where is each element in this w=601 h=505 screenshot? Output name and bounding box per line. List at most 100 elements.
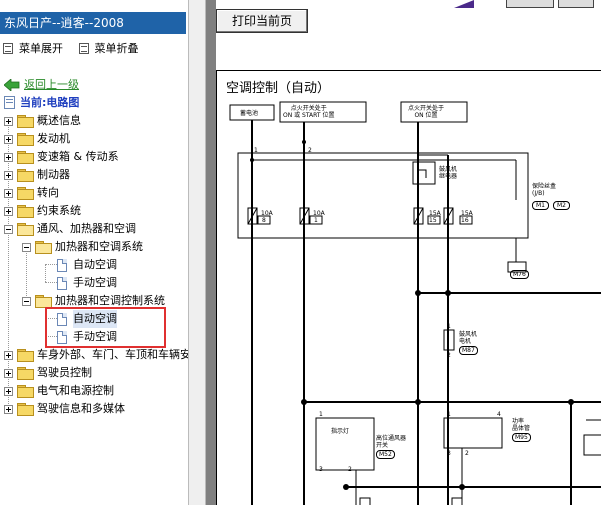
folder-icon <box>17 205 34 218</box>
menu-icon <box>3 42 13 54</box>
expand-icon[interactable] <box>4 404 13 414</box>
collapse-menu-button[interactable]: 菜单折叠 <box>78 40 139 56</box>
document-icon <box>57 258 67 272</box>
label-battery: 蓄电池 <box>240 110 259 117</box>
collapse-menu-label: 菜单折叠 <box>94 42 139 55</box>
tree-item-steering[interactable]: 转向 <box>4 184 59 202</box>
collapse-icon[interactable] <box>4 224 13 234</box>
expand-icon[interactable] <box>4 152 13 162</box>
collapse-icon[interactable] <box>22 242 31 252</box>
tree-item-label: 加热器和空调系统 <box>55 240 143 253</box>
folder-open-icon <box>35 295 52 308</box>
folder-icon <box>17 151 34 164</box>
diagram-labels: 蓄电池 点火开关处于 ON 或 START 位置 点火开关处于 ON 位置 1 … <box>216 0 570 473</box>
label-m76: M76 <box>510 270 529 279</box>
label-fuse-15a-2-num: 16 <box>461 217 469 224</box>
folder-icon <box>17 115 34 128</box>
label-blower-relay: 鼓风机 继电器 <box>439 166 458 180</box>
label-pin-2a: 2 <box>348 466 352 473</box>
label-fuse-10a-1-num: 8 <box>262 217 266 224</box>
expand-icon[interactable] <box>4 134 13 144</box>
tree-item-brakes[interactable]: 制动器 <box>4 166 70 184</box>
label-pin-2b: 2 <box>465 450 469 457</box>
label-m2: M2 <box>553 201 570 210</box>
label-wire-1: 1 <box>254 147 258 154</box>
tree-item-manual-ac[interactable]: 手动空调 <box>57 274 117 292</box>
frame-separator <box>206 0 216 505</box>
nav-pane: 东风日产--逍客--2008 菜单展开 菜单折叠 返回上一级 当前:电路图 概述… <box>0 0 188 505</box>
label-pin-3a: 3 <box>319 466 323 473</box>
tree-item-transmission[interactable]: 变速箱 & 传动系 <box>4 148 119 166</box>
label-m1: M1 <box>532 201 549 210</box>
label-indicator: 指示灯 <box>331 428 350 435</box>
tree-item-body[interactable]: 车身外部、车门、车顶和车辆安 <box>4 346 188 364</box>
menu-actions: 菜单展开 菜单折叠 <box>3 40 151 56</box>
expand-menu-button[interactable]: 菜单展开 <box>3 40 63 56</box>
folder-open-icon <box>35 241 52 254</box>
label-hi-blower-sw: 高位通风器 开关 <box>376 435 407 449</box>
tree-item-engine[interactable]: 发动机 <box>4 130 70 148</box>
expand-icon[interactable] <box>4 386 13 396</box>
expand-icon[interactable] <box>4 368 13 378</box>
current-location-label: 当前:电路图 <box>20 96 80 109</box>
folder-icon <box>17 349 34 362</box>
collapse-icon[interactable] <box>22 296 31 306</box>
folder-open-icon <box>17 223 34 236</box>
label-pin-1a: 1 <box>319 411 323 418</box>
expand-icon[interactable] <box>4 350 13 360</box>
tree-item-restraints[interactable]: 约束系统 <box>4 202 81 220</box>
label-fuse-box: 保险丝盒 (J/B) <box>532 183 557 197</box>
expand-icon[interactable] <box>4 116 13 126</box>
back-link-label: 返回上一级 <box>24 78 79 91</box>
tree-item-label: 手动空调 <box>73 276 117 289</box>
pane-splitter[interactable] <box>188 0 206 505</box>
folder-icon <box>17 169 34 182</box>
tree-item-label: 制动器 <box>37 168 70 181</box>
wiring-diagram <box>229 101 601 505</box>
label-wire-2: 2 <box>308 147 312 154</box>
nav-title: 东风日产--逍客--2008 <box>0 12 186 34</box>
tree-item-auto-ac[interactable]: 自动空调 <box>57 256 117 274</box>
label-pin-1c: 1 <box>447 323 451 330</box>
label-blower-motor: 鼓风机 电机 <box>459 331 478 345</box>
label-pin-1b: 1 <box>447 411 451 418</box>
tree-item-hvac[interactable]: 通风、加热器和空调 <box>4 220 136 238</box>
label-ign-on: 点火开关处于 ON 位置 <box>408 105 445 119</box>
tree-item-driver-info[interactable]: 驾驶信息和多媒体 <box>4 400 125 418</box>
label-m95: M95 <box>512 433 531 442</box>
label-fuse-15a-2: 15A <box>461 210 473 217</box>
tree-item-label: 变速箱 & 传动系 <box>37 150 119 163</box>
tree-item-overview[interactable]: 概述信息 <box>4 112 81 130</box>
tree-item-label: 车身外部、车门、车顶和车辆安 <box>37 348 188 361</box>
folder-icon <box>17 385 34 398</box>
back-link[interactable]: 返回上一级 <box>4 76 79 94</box>
expand-menu-label: 菜单展开 <box>19 42 63 55</box>
tree-item-driver-controls[interactable]: 驾驶员控制 <box>4 364 92 382</box>
expand-icon[interactable] <box>4 206 13 216</box>
folder-icon <box>17 187 34 200</box>
label-fuse-10a-2-num: 1 <box>314 217 318 224</box>
highlight-box <box>45 307 166 348</box>
label-m87: M87 <box>459 346 478 355</box>
tree-item-label: 通风、加热器和空调 <box>37 222 136 235</box>
folder-icon <box>17 367 34 380</box>
tree-item-hvac-system[interactable]: 加热器和空调系统 <box>22 238 143 256</box>
tree-item-label: 驾驶信息和多媒体 <box>37 402 125 415</box>
current-doc-icon <box>4 96 15 109</box>
document-icon <box>57 276 67 290</box>
tree-item-label: 约束系统 <box>37 204 81 217</box>
label-pin-2c: 2 <box>447 352 451 359</box>
current-location: 当前:电路图 <box>4 94 79 112</box>
expand-icon[interactable] <box>4 188 13 198</box>
tree-item-label: 概述信息 <box>37 114 81 127</box>
tree-item-label: 驾驶员控制 <box>37 366 92 379</box>
label-ign-on-start: 点火开关处于 ON 或 START 位置 <box>283 105 335 119</box>
label-pin-4b: 4 <box>497 411 501 418</box>
label-m52: M52 <box>376 450 395 459</box>
folder-icon <box>17 133 34 146</box>
label-fuse-15a-1-num: 15 <box>429 217 437 224</box>
tree-item-electrical[interactable]: 电气和电源控制 <box>4 382 114 400</box>
expand-icon[interactable] <box>4 170 13 180</box>
tree-item-label: 发动机 <box>37 132 70 145</box>
label-fuse-10a-2: 10A <box>313 210 325 217</box>
